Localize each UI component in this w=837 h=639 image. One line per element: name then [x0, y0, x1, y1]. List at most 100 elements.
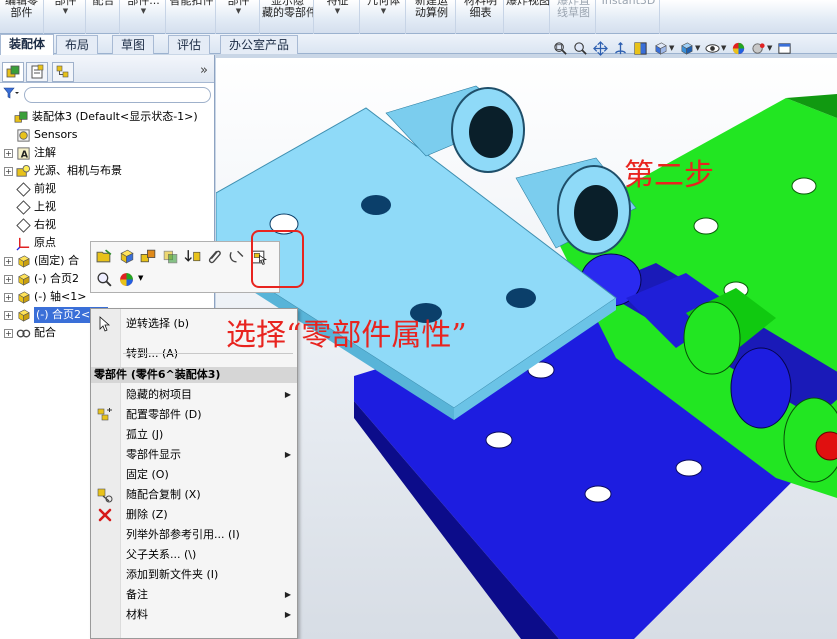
menu-item[interactable]: 删除 (Z) — [91, 505, 297, 525]
mate-icon[interactable] — [227, 247, 245, 265]
ribbon-label: 部件 — [10, 6, 33, 19]
ribbon-button-6[interactable]: 显示隐 藏的零部件 — [262, 0, 314, 34]
tree-item-label: 前视 — [34, 182, 56, 195]
ribbon-button-8[interactable]: 几何体 ▼ — [362, 0, 406, 34]
ribbon-button-2[interactable]: 配合 — [88, 0, 120, 34]
tree-item[interactable]: 装配体3 (Default<显示状态-1>) — [0, 108, 213, 126]
ribbon-button-0[interactable]: 编辑零 部件 — [0, 0, 44, 34]
attach-icon[interactable] — [205, 247, 223, 265]
heads-up-view-toolbar: ▼ ▼ ▼ ▼ — [552, 38, 837, 58]
menu-item[interactable]: 随配合复制 (X) — [91, 485, 297, 505]
ribbon-button-1[interactable]: 部件 ▼ — [46, 0, 86, 34]
dropdown-caret-icon[interactable]: ▼ — [218, 7, 259, 15]
ribbon-button-3[interactable]: 部件... ▼ — [122, 0, 166, 34]
change-transparency-icon[interactable] — [161, 247, 179, 265]
hide-show-icon[interactable] — [704, 40, 721, 57]
submenu-arrow-icon: ▶ — [284, 390, 291, 399]
tree-item-label: (固定) 合 — [34, 254, 80, 267]
dropdown-caret-icon[interactable]: ▼ — [138, 274, 143, 282]
zoom-to-area-icon[interactable] — [572, 40, 589, 57]
menu-item[interactable]: 添加到新文件夹 (I) — [91, 565, 297, 585]
tab-0[interactable]: 装配体 — [0, 34, 55, 55]
menu-item-label: 固定 (O) — [126, 468, 169, 481]
expand-toggle-icon[interactable]: + — [4, 148, 13, 158]
property-manager-icon[interactable] — [26, 62, 48, 82]
menu-item[interactable]: 零部件显示 ▶ — [91, 445, 297, 465]
configuration-manager-icon[interactable] — [52, 62, 74, 82]
feature-manager-icon[interactable] — [2, 62, 24, 82]
menu-item[interactable]: 备注 ▶ — [91, 585, 297, 605]
ribbon-button-12[interactable]: 爆炸直 线草图 — [552, 0, 596, 34]
zoom-to-fit-icon[interactable] — [552, 40, 569, 57]
display-style-icon[interactable] — [678, 40, 695, 57]
view-orientation-icon[interactable] — [652, 40, 669, 57]
rotate-icon[interactable] — [612, 40, 629, 57]
tree-filter-input[interactable] — [24, 87, 211, 103]
tab-1[interactable]: 布局 — [56, 35, 99, 54]
menu-item[interactable]: 隐藏的树项目 ▶ — [91, 385, 297, 405]
ribbon-button-7[interactable]: 特征 ▼ — [316, 0, 360, 34]
part-icon — [15, 271, 31, 287]
menu-item[interactable]: 配置零部件 (D) — [91, 405, 297, 425]
tree-item[interactable]: 前视 — [0, 180, 213, 198]
dropdown-caret-icon[interactable]: ▼ — [46, 7, 85, 15]
dropdown-caret-icon[interactable]: ▼ — [669, 44, 675, 52]
menu-item[interactable]: 父子关系... (\) — [91, 545, 297, 565]
move-component-icon[interactable] — [183, 247, 201, 265]
expand-toggle-icon[interactable]: + — [4, 274, 13, 284]
menu-item-label: 配置零部件 (D) — [126, 408, 202, 421]
tree-item[interactable]: 右视 — [0, 216, 213, 234]
ribbon-button-5[interactable]: 部件 ▼ — [218, 0, 260, 34]
apply-scene-icon[interactable] — [750, 40, 767, 57]
dropdown-caret-icon[interactable]: ▼ — [122, 7, 165, 15]
ribbon-label: 部件 — [54, 0, 77, 7]
zoom-to-selection-icon[interactable] — [95, 270, 113, 288]
menu-item[interactable]: 孤立 (J) — [91, 425, 297, 445]
edit-part-icon[interactable] — [117, 247, 135, 265]
view-settings-icon[interactable] — [776, 40, 793, 57]
tab-3[interactable]: 评估 — [168, 35, 211, 54]
ribbon-label: 细表 — [469, 6, 492, 19]
panel-more-icon[interactable]: » — [200, 63, 208, 78]
menu-item[interactable]: 固定 (O) — [91, 465, 297, 485]
tree-item-label: (-) 合页2 — [34, 272, 80, 285]
open-part-icon[interactable] — [95, 247, 113, 265]
menu-item[interactable]: 材料 ▶ — [91, 605, 297, 625]
dropdown-caret-icon[interactable]: ▼ — [316, 7, 359, 15]
expand-toggle-icon[interactable]: + — [4, 328, 13, 338]
dropdown-caret-icon[interactable]: ▼ — [362, 7, 405, 15]
tree-item[interactable]: Sensors — [0, 126, 213, 144]
expand-toggle-icon[interactable]: + — [4, 166, 13, 176]
ribbon-label: 特征 — [326, 0, 349, 7]
ribbon-button-4[interactable]: 智能扣件 — [168, 0, 216, 34]
ribbon-button-11[interactable]: 爆炸视图 — [506, 0, 550, 34]
copy-with-mates-icon — [97, 487, 113, 503]
dropdown-caret-icon[interactable]: ▼ — [767, 44, 773, 52]
tab-4[interactable]: 办公室产品 — [220, 35, 299, 54]
configure-component-icon — [97, 407, 113, 423]
submenu-arrow-icon: ▶ — [284, 590, 291, 599]
appearance-icon[interactable] — [117, 270, 135, 288]
tab-2[interactable]: 草图 — [112, 35, 155, 54]
dropdown-caret-icon[interactable]: ▼ — [695, 44, 701, 52]
expand-toggle-icon[interactable]: + — [4, 292, 13, 302]
edit-appearance-icon[interactable] — [730, 40, 747, 57]
tree-item[interactable]: + A 注解 — [0, 144, 213, 162]
tree-item[interactable]: + 光源、相机与布景 — [0, 162, 213, 180]
ribbon-button-10[interactable]: 材料明 细表 — [458, 0, 504, 34]
ribbon-button-13[interactable]: Instant3D — [598, 0, 660, 34]
ribbon-label: Instant3D — [601, 0, 656, 7]
expand-toggle-icon[interactable]: + — [4, 310, 13, 320]
tree-item[interactable]: 上视 — [0, 198, 213, 216]
filter-icon[interactable] — [3, 87, 19, 104]
expand-toggle-icon[interactable]: + — [4, 256, 13, 266]
menu-item[interactable]: 列举外部参考引用... (I) — [91, 525, 297, 545]
ribbon-button-9[interactable]: 新建运 动算例 — [408, 0, 456, 34]
section-view-icon[interactable] — [632, 40, 649, 57]
pan-icon[interactable] — [592, 40, 609, 57]
dropdown-caret-icon[interactable]: ▼ — [721, 44, 727, 52]
menu-item-label: 孤立 (J) — [126, 428, 164, 441]
ribbon-label: 动算例 — [415, 6, 448, 19]
edit-assembly-icon[interactable] — [139, 247, 157, 265]
